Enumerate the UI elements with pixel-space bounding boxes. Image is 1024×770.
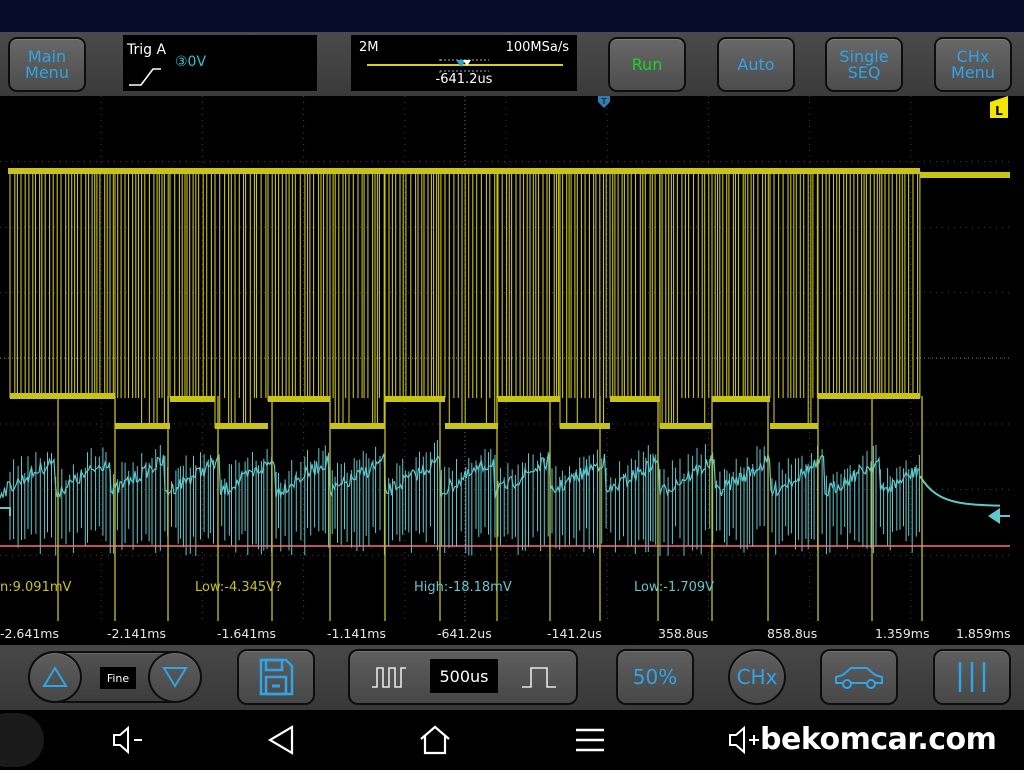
auto-button[interactable]: Auto [717, 37, 795, 92]
bars-icon [958, 662, 986, 692]
trigger-position-text: T [601, 97, 607, 106]
time-tick: -1.141ms [327, 626, 386, 641]
status-bar [0, 0, 1024, 32]
run-button[interactable]: Run [608, 37, 686, 92]
chx-menu-button[interactable]: CHx Menu [934, 37, 1012, 92]
pulse-narrow-icon [372, 667, 406, 688]
pulse-wide-icon [522, 667, 556, 688]
ch2-trace [0, 440, 1000, 556]
ch1-trace [9, 171, 921, 428]
memory-depth: 2M [359, 40, 379, 55]
chx-button[interactable]: CHx [728, 649, 786, 705]
home-icon[interactable] [418, 724, 452, 756]
measurement-ch2-low: Low:-1.709V [634, 580, 715, 595]
trigger-level-text: L [995, 104, 1003, 118]
measurement-ch1-high: n:9.091mV [0, 580, 72, 595]
trigger-panel[interactable]: Trig A ③0V [123, 35, 317, 91]
time-tick: -141.2us [547, 626, 602, 641]
trigger-label: Trig A [127, 42, 167, 58]
trigger-position-marker: T [598, 96, 610, 108]
fine-adjust-group: Fine [28, 651, 202, 703]
volume-down-icon[interactable] [110, 724, 150, 756]
timebase-value: 500us [430, 659, 498, 693]
android-nav-bar: bekomcar.com [0, 710, 1024, 770]
sample-rate: 100MSa/s [505, 40, 569, 55]
timebase-control: 500us [348, 649, 578, 705]
top-toolbar: Main Menu Trig A ③0V 2M 100MSa/s -641.2u… [0, 32, 1024, 96]
save-button[interactable] [237, 649, 315, 705]
car-icon [835, 667, 883, 689]
back-icon[interactable] [266, 724, 298, 756]
bars-menu-button[interactable] [933, 649, 1011, 705]
up-triangle-icon [42, 666, 68, 687]
watermark: bekomcar.com [760, 722, 997, 757]
time-tick: 1.359ms [875, 626, 930, 641]
time-tick: -1.641ms [217, 626, 276, 641]
timebase-panel[interactable]: 2M 100MSa/s -641.2us [351, 35, 577, 91]
time-tick: -2.141ms [107, 626, 166, 641]
measurement-ch1-low: Low:-4.345V? [195, 580, 282, 595]
time-offset: -641.2us [435, 72, 493, 87]
increase-button[interactable] [28, 651, 82, 703]
car-button[interactable] [820, 649, 898, 705]
bottom-toolbar: Fine 500us 50% CHx [0, 645, 1024, 710]
time-tick: 858.8us [767, 626, 818, 641]
trigger-level: ③0V [175, 54, 207, 70]
waveform-canvas: T L [0, 96, 1010, 621]
down-triangle-icon [162, 667, 188, 688]
menu-icon[interactable] [574, 724, 606, 756]
trigger-level-marker: L [990, 96, 1008, 118]
rising-edge-icon [129, 68, 161, 86]
time-tick: -641.2us [437, 626, 492, 641]
time-axis: -2.641ms -2.141ms -1.641ms -1.141ms -641… [0, 621, 1024, 645]
measurement-ch2-high: High:-18.18mV [414, 580, 512, 595]
main-menu-button[interactable]: Main Menu [8, 37, 86, 92]
timebase-increase-button[interactable] [500, 651, 578, 703]
decrease-button[interactable] [148, 651, 202, 703]
single-seq-button[interactable]: Single SEQ [825, 37, 903, 92]
fifty-percent-button[interactable]: 50% [616, 649, 694, 705]
nav-side-pill[interactable] [0, 713, 44, 767]
timebase-decrease-button[interactable] [350, 651, 428, 703]
timebase-position-bar [367, 59, 563, 73]
time-tick: 1.859ms [956, 626, 1011, 641]
fine-toggle[interactable]: Fine [100, 667, 136, 689]
time-tick: 358.8us [658, 626, 709, 641]
waveform-display[interactable]: T L n:9.091mV Low:-4.345V? High:-18.18mV… [0, 96, 1024, 621]
ch2-offset-marker [988, 508, 1000, 524]
time-tick: -2.641ms [0, 626, 59, 641]
save-icon [259, 658, 294, 696]
